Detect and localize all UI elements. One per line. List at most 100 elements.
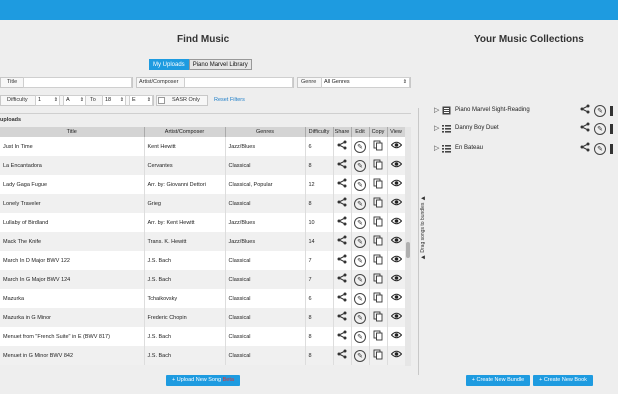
column-title[interactable]: Title <box>0 127 145 137</box>
edit-icon[interactable]: ✎ <box>351 270 370 289</box>
copy-icon[interactable] <box>369 156 388 175</box>
scrollbar-thumb[interactable] <box>406 242 410 258</box>
difficulty-to-number[interactable]: 18 ⇕ <box>102 95 126 106</box>
table-row[interactable]: La Encantadora Cervantes Classical 8 ✎ <box>0 156 406 175</box>
table-row[interactable]: Menuet in G Minor BWV 842 J.S. Bach Classi… <box>0 346 406 365</box>
view-icon[interactable] <box>387 232 406 251</box>
view-icon[interactable] <box>387 251 406 270</box>
title-filter-input[interactable] <box>23 77 132 88</box>
tab-my-uploads[interactable]: My Uploads <box>149 59 189 70</box>
edit-icon[interactable]: ✎ <box>351 232 370 251</box>
column-artist[interactable]: Artist/Composer <box>144 127 226 137</box>
share-icon[interactable] <box>333 289 352 308</box>
copy-icon[interactable] <box>369 213 388 232</box>
table-row[interactable]: Lullaby of Birdland Arr. by: Kent Hewitt J… <box>0 213 406 232</box>
edit-icon[interactable]: ✎ <box>351 137 370 156</box>
expand-triangle-icon[interactable]: ▷ <box>434 106 442 114</box>
share-icon[interactable] <box>333 232 352 251</box>
share-icon[interactable] <box>333 137 352 156</box>
share-icon[interactable] <box>333 346 352 365</box>
view-icon[interactable] <box>387 213 406 232</box>
edit-icon[interactable]: ✎ <box>351 175 370 194</box>
share-icon[interactable] <box>333 327 352 346</box>
edit-icon[interactable]: ✎ <box>594 142 606 155</box>
copy-icon[interactable] <box>369 327 388 346</box>
tab-piano-marvel-library[interactable]: Piano Marvel Library <box>188 59 252 70</box>
edit-icon[interactable]: ✎ <box>351 213 370 232</box>
share-icon[interactable] <box>580 142 590 155</box>
view-icon[interactable] <box>387 308 406 327</box>
edit-icon[interactable]: ✎ <box>351 327 370 346</box>
difficulty-from-number[interactable]: 1 ⇕ <box>35 95 60 106</box>
difficulty-from-letter[interactable]: A ⇕ <box>63 95 86 106</box>
artist-filter-input[interactable] <box>184 77 293 88</box>
share-icon[interactable] <box>333 175 352 194</box>
select-arrows-icon: ⇕ <box>146 97 151 103</box>
edit-icon[interactable]: ✎ <box>351 156 370 175</box>
edit-icon[interactable]: ✎ <box>351 308 370 327</box>
list-icon <box>442 144 455 153</box>
collection-item[interactable]: ▷ En Bateau <box>434 141 483 155</box>
more-icon[interactable] <box>610 123 613 134</box>
upload-new-song-button[interactable]: + Upload New Song Beta <box>166 375 240 386</box>
copy-icon[interactable] <box>369 175 388 194</box>
view-icon[interactable] <box>387 156 406 175</box>
collection-item[interactable]: ▷ Piano Marvel Sight-Reading <box>434 103 530 117</box>
table-row[interactable]: Just In Time Kent Hewitt Jazz/Blues 6 ✎ <box>0 137 406 156</box>
share-icon[interactable] <box>333 156 352 175</box>
column-genres[interactable]: Genres <box>225 127 306 137</box>
copy-icon[interactable] <box>369 194 388 213</box>
copy-icon[interactable] <box>369 251 388 270</box>
edit-icon[interactable]: ✎ <box>594 104 606 117</box>
copy-icon[interactable] <box>369 270 388 289</box>
edit-icon[interactable]: ✎ <box>351 194 370 213</box>
view-icon[interactable] <box>387 175 406 194</box>
copy-icon[interactable] <box>369 289 388 308</box>
view-icon[interactable] <box>387 137 406 156</box>
table-row[interactable]: Mazurka in G Minor Frederic Chopin Classic… <box>0 308 406 327</box>
create-new-book-button[interactable]: + Create New Book <box>533 375 593 386</box>
table-scrollbar[interactable] <box>405 127 411 366</box>
edit-icon[interactable]: ✎ <box>594 122 606 135</box>
table-row[interactable]: Menuet from "French Suite" in E (BWV 817… <box>0 327 406 346</box>
song-difficulty: 8 <box>305 308 334 327</box>
edit-icon[interactable]: ✎ <box>351 346 370 365</box>
share-icon[interactable] <box>333 213 352 232</box>
song-difficulty: 6 <box>305 289 334 308</box>
view-icon[interactable] <box>387 194 406 213</box>
copy-icon[interactable] <box>369 308 388 327</box>
share-icon[interactable] <box>333 251 352 270</box>
view-icon[interactable] <box>387 289 406 308</box>
table-row[interactable]: March In D Major BWV 122 J.S. Bach Classic… <box>0 251 406 270</box>
view-icon[interactable] <box>387 346 406 365</box>
copy-icon[interactable] <box>369 137 388 156</box>
share-icon[interactable] <box>580 122 590 135</box>
column-difficulty[interactable]: Difficulty <box>305 127 334 137</box>
edit-icon[interactable]: ✎ <box>351 251 370 270</box>
more-icon[interactable] <box>610 105 613 116</box>
share-icon[interactable] <box>333 270 352 289</box>
reset-filters-link[interactable]: Reset Filters <box>214 95 245 106</box>
share-icon[interactable] <box>580 104 590 117</box>
genre-select[interactable]: All Genres ⇕ <box>321 77 410 88</box>
table-row[interactable]: Lady Gaga Fugue Arr. by: Giovanni Dettori… <box>0 175 406 194</box>
difficulty-to-letter[interactable]: E ⇕ <box>129 95 153 106</box>
table-row[interactable]: Mack The Knife Trans. K. Hewitt Jazz/Blues… <box>0 232 406 251</box>
expand-triangle-icon[interactable]: ▷ <box>434 144 442 152</box>
view-icon[interactable] <box>387 327 406 346</box>
collection-item[interactable]: ▷ Danny Boy Duet <box>434 121 499 135</box>
share-icon[interactable] <box>333 308 352 327</box>
create-new-bundle-button[interactable]: + Create New Bundle <box>466 375 530 386</box>
copy-icon[interactable] <box>369 232 388 251</box>
view-icon[interactable] <box>387 270 406 289</box>
drag-arrow-icon: ▶ <box>420 254 426 260</box>
more-icon[interactable] <box>610 143 613 154</box>
copy-icon[interactable] <box>369 346 388 365</box>
table-row[interactable]: Lonely Traveler Grieg Classical 8 ✎ <box>0 194 406 213</box>
table-row[interactable]: March In G Major BWV 124 J.S. Bach Classic… <box>0 270 406 289</box>
edit-icon[interactable]: ✎ <box>351 289 370 308</box>
table-row[interactable]: Mazurka Tchaikovsky Classical 6 ✎ <box>0 289 406 308</box>
sasr-checkbox[interactable] <box>158 97 165 104</box>
expand-triangle-icon[interactable]: ▷ <box>434 124 442 132</box>
share-icon[interactable] <box>333 194 352 213</box>
